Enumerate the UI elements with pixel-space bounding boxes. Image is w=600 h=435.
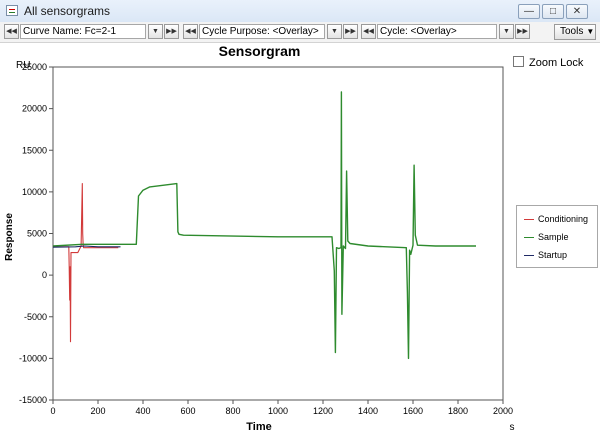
y-tick-label: 20000 [22, 104, 47, 114]
y-axis-label: Response [4, 213, 15, 261]
y-tick-label: -15000 [19, 395, 47, 405]
x-tick-label: 1600 [403, 406, 423, 416]
x-tick-label: 1000 [268, 406, 288, 416]
sensorgram-window: All sensorgrams — □ ✕ ◀◀ Curve Name: Fc=… [0, 0, 600, 435]
x-tick-label: 1400 [358, 406, 378, 416]
legend-swatch [524, 255, 534, 256]
chart-legend: Conditioning Sample Startup [516, 205, 598, 268]
x-axis-label: Time [246, 421, 271, 433]
y-tick-label: 0 [42, 270, 47, 280]
legend-swatch [524, 237, 534, 238]
y-tick-label: 5000 [27, 229, 47, 239]
x-tick-label: 400 [135, 406, 150, 416]
x-axis-unit: s [510, 422, 515, 433]
x-tick-label: 600 [180, 406, 195, 416]
series-line-startup [52, 245, 121, 248]
series-layer [52, 91, 476, 360]
x-tick-label: 200 [90, 406, 105, 416]
y-tick-label: 25000 [22, 62, 47, 72]
legend-label: Conditioning [538, 214, 589, 224]
y-tick-label: -5000 [24, 312, 47, 322]
series-line-conditioning [53, 183, 119, 343]
x-tick-label: 1200 [313, 406, 333, 416]
y-tick-label: 15000 [22, 145, 47, 155]
y-tick-label: -10000 [19, 353, 47, 363]
x-tick-label: 0 [50, 406, 55, 416]
legend-label: Startup [538, 250, 568, 260]
x-tick-label: 800 [225, 406, 240, 416]
plot-frame [52, 66, 504, 401]
x-tick-label: 1800 [448, 406, 468, 416]
legend-label: Sample [538, 232, 569, 242]
legend-swatch [524, 219, 534, 220]
series-line-sample [52, 91, 476, 360]
sensorgram-chart[interactable]: 0 200 400 600 800 1000 1200 1400 1600 1800 2000 -15… [0, 0, 600, 435]
y-tick-label: 10000 [22, 187, 47, 197]
axis-ticks: 0 200 400 600 800 1000 1200 1400 1600 1800 2000 -15… [19, 62, 513, 416]
x-tick-label: 2000 [493, 406, 513, 416]
